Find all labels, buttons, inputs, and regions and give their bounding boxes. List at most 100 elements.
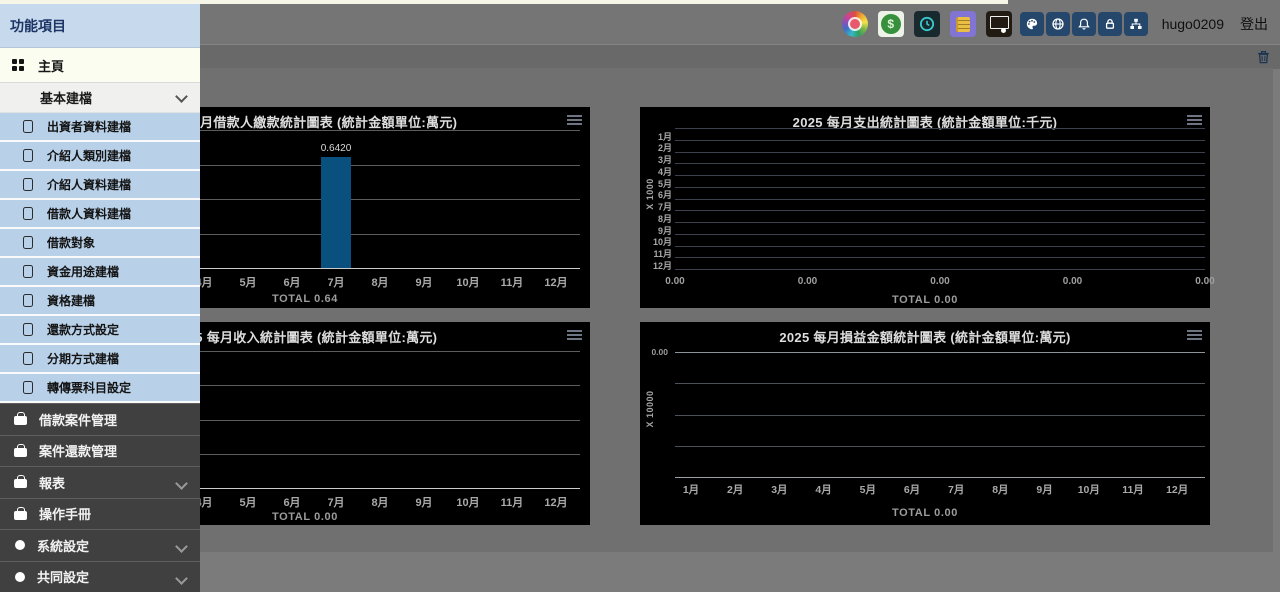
- grid-line: [675, 246, 1205, 247]
- sidebar-item-label: 借款案件管理: [39, 410, 117, 429]
- chart-menu-icon[interactable]: [567, 115, 582, 127]
- sidebar-item[interactable]: 案件還款管理: [0, 435, 200, 467]
- month-label: 7月: [318, 494, 354, 510]
- chart-menu-icon[interactable]: [1187, 115, 1202, 127]
- presentation-icon[interactable]: [986, 11, 1012, 37]
- sidebar-item-label: 資格建檔: [47, 292, 95, 309]
- sidebar-item-label: 共同設定: [37, 567, 89, 586]
- month-label: 5月: [850, 482, 886, 497]
- x-tick-label: 0.00: [788, 276, 828, 287]
- chart-menu-icon[interactable]: [567, 330, 582, 342]
- sidebar-item[interactable]: 資格建檔: [0, 287, 200, 316]
- sitemap-icon[interactable]: [1124, 12, 1148, 36]
- month-label: 5月: [230, 494, 266, 510]
- bell-icon[interactable]: [1072, 12, 1096, 36]
- month-label: 12月: [644, 259, 672, 272]
- bag-icon: [14, 511, 27, 520]
- month-label: 11月: [1115, 482, 1151, 497]
- grid-line: [675, 128, 1205, 129]
- outline-box-icon: [23, 178, 33, 191]
- sidebar-item-label: 借款人資料建檔: [47, 205, 131, 222]
- chevron-down-icon: [175, 477, 188, 490]
- circle-icon: [15, 572, 25, 582]
- y-tick-label: 0.00: [642, 347, 668, 357]
- data-bar[interactable]: [321, 157, 351, 268]
- chevron-down-icon: [175, 540, 188, 553]
- trash-icon[interactable]: [1257, 50, 1270, 69]
- sidebar-item[interactable]: 還款方式設定: [0, 316, 200, 345]
- chart-menu-icon[interactable]: [1187, 330, 1202, 342]
- sidebar-item[interactable]: 共同設定: [0, 561, 200, 592]
- month-label: 10月: [1071, 482, 1107, 497]
- sidebar-item[interactable]: 報表: [0, 466, 200, 498]
- grid-icon: [12, 59, 24, 71]
- palette-icon[interactable]: [1020, 12, 1044, 36]
- sidebar-item[interactable]: 介紹人資料建檔: [0, 171, 200, 200]
- logout-button[interactable]: 登出: [1240, 14, 1268, 34]
- colorful-logo-icon[interactable]: [842, 11, 868, 37]
- lock-icon[interactable]: [1098, 12, 1122, 36]
- grid-line: [675, 222, 1205, 223]
- outline-box-icon: [23, 149, 33, 162]
- sidebar-dark-items: 借款案件管理案件還款管理報表操作手冊系統設定共同設定: [0, 403, 200, 592]
- bag-icon: [14, 416, 27, 425]
- outline-box-icon: [23, 294, 33, 307]
- month-label: 9月: [406, 494, 442, 510]
- grid-line: [675, 415, 1205, 416]
- sidebar-item[interactable]: 借款案件管理: [0, 403, 200, 435]
- globe-icon[interactable]: [1046, 12, 1070, 36]
- sidebar-basic-items: 出資者資料建檔介紹人類別建檔介紹人資料建檔借款人資料建檔借款對象資金用途建檔資格…: [0, 113, 200, 403]
- grid-line: [675, 234, 1205, 235]
- chart-panel-expenses: 2025 每月支出統計圖表 (統計金額單位:千元) X 1000 1月2月3月4…: [640, 107, 1210, 308]
- circle-icon: [15, 540, 25, 550]
- data-label: 0.6420: [314, 143, 358, 154]
- sidebar-item[interactable]: 轉傳票科目設定: [0, 374, 200, 403]
- chart-panel-profit-loss: 2025 每月損益金額統計圖表 (統計金額單位:萬元) X 10000 0.00…: [640, 322, 1210, 525]
- month-label: 8月: [362, 274, 398, 290]
- grid-line: [675, 152, 1205, 153]
- month-label: 8月: [362, 494, 398, 510]
- month-label: 3月: [761, 482, 797, 497]
- month-label: 7月: [318, 274, 354, 290]
- navbar-right-group: $ hugo0209 登出: [832, 4, 1280, 44]
- sidebar-item-label: 案件還款管理: [39, 441, 117, 460]
- total-label: TOTAL 0.00: [640, 294, 1210, 306]
- outline-box-icon: [23, 236, 33, 249]
- sidebar-item[interactable]: 操作手冊: [0, 498, 200, 530]
- green-finance-icon[interactable]: $: [878, 11, 904, 37]
- chevron-down-icon: [175, 90, 188, 103]
- sidebar-item-home[interactable]: 主頁: [0, 48, 200, 83]
- grid-line: [675, 257, 1205, 258]
- sidebar-item[interactable]: 出資者資料建檔: [0, 113, 200, 142]
- sidebar-item[interactable]: 介紹人類別建檔: [0, 142, 200, 171]
- bag-icon: [14, 448, 27, 457]
- clock-icon[interactable]: [914, 11, 940, 37]
- month-label: 11月: [494, 274, 530, 290]
- chart-title: 2025 每月損益金額統計圖表 (統計金額單位:萬元): [640, 327, 1210, 346]
- sidebar-item[interactable]: 借款人資料建檔: [0, 200, 200, 229]
- sidebar-item[interactable]: 資金用途建檔: [0, 258, 200, 287]
- sidebar-item[interactable]: 分期方式建檔: [0, 345, 200, 374]
- navy-icon-group: [1018, 12, 1148, 36]
- sidebar-item[interactable]: 系統設定: [0, 529, 200, 561]
- sidebar-item-label: 介紹人資料建檔: [47, 176, 131, 193]
- month-label: 6月: [274, 274, 310, 290]
- outline-box-icon: [23, 381, 33, 394]
- month-label: 9月: [1027, 482, 1063, 497]
- total-label: TOTAL 0.00: [640, 507, 1210, 519]
- grid-line: [675, 446, 1205, 447]
- month-label: 11月: [494, 494, 530, 510]
- sidebar-item-label: 還款方式設定: [47, 321, 119, 338]
- outline-box-icon: [23, 120, 33, 133]
- grid-line: [675, 140, 1205, 141]
- month-label: 7月: [938, 482, 974, 497]
- month-label: 12月: [538, 274, 574, 290]
- scroll-icon[interactable]: [950, 11, 976, 37]
- sidebar-item-label: 介紹人類別建檔: [47, 147, 131, 164]
- sidebar-item[interactable]: 借款對象: [0, 229, 200, 258]
- sidebar-group-basic[interactable]: 基本建檔: [0, 83, 200, 113]
- x-tick-label: 0.00: [655, 276, 695, 287]
- outline-box-icon: [23, 323, 33, 336]
- grid-line: [675, 383, 1205, 384]
- month-label: 12月: [1159, 482, 1195, 497]
